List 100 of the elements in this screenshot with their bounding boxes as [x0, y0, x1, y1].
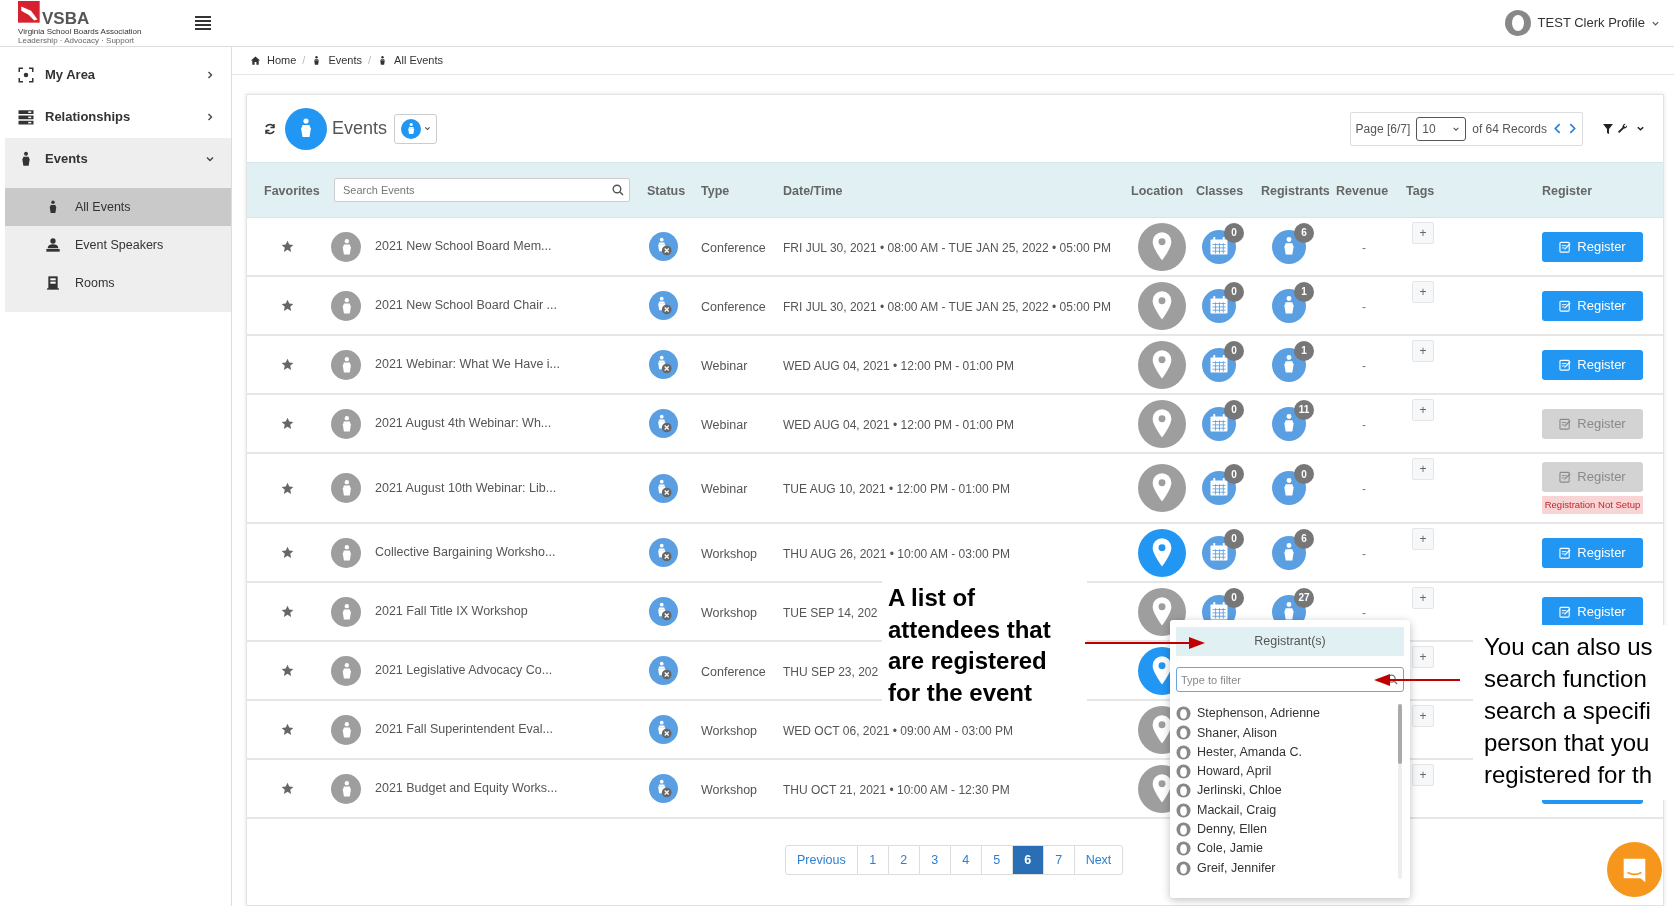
event-type-dropdown[interactable] [394, 113, 438, 144]
avatar-icon [1176, 783, 1191, 799]
page-button[interactable]: 3 [919, 846, 951, 874]
event-type: Webinar [701, 417, 748, 432]
breadcrumb-link[interactable]: All Events [394, 52, 444, 69]
star-icon[interactable] [281, 481, 294, 495]
event-name[interactable]: 2021 Legislative Advocacy Co... [375, 661, 553, 680]
sidebar-subitem[interactable]: Event Speakers [5, 226, 231, 264]
add-tag-button[interactable]: + [1412, 458, 1434, 480]
chevron-left-icon[interactable] [1553, 123, 1562, 134]
sidebar-item[interactable]: Events [5, 138, 231, 180]
search-icon [1387, 674, 1398, 685]
edit-form-icon [1559, 417, 1573, 430]
star-icon[interactable] [281, 546, 294, 559]
add-tag-button[interactable]: + [1412, 528, 1434, 550]
event-datetime: FRI JUL 30, 2021 • 08:00 AM - TUE JAN 25, 2022 • 05:00 PM [783, 240, 1111, 255]
podium-person-icon [331, 596, 361, 627]
filter-field[interactable]: Type to filter [1176, 667, 1404, 692]
home-icon [250, 55, 261, 66]
event-name[interactable]: 2021 New School Board Chair ... [375, 296, 558, 315]
registrant-item[interactable]: Howard, April [1176, 761, 1398, 782]
status-icon [649, 774, 678, 803]
add-tag-button[interactable]: + [1412, 340, 1434, 362]
star-icon[interactable] [281, 417, 294, 430]
chat-bubble-icon[interactable] [1607, 842, 1662, 897]
scrollbar[interactable] [1398, 704, 1402, 879]
add-tag-button[interactable]: + [1412, 646, 1434, 668]
registrant-item[interactable]: Shaner, Alison [1176, 723, 1398, 743]
chevron-down-icon[interactable] [1636, 124, 1645, 133]
sidebar-item[interactable]: Relationships [5, 96, 231, 138]
avatar-icon [1176, 841, 1191, 857]
breadcrumb-link[interactable]: Events [328, 52, 363, 69]
registrant-item[interactable]: Stephenson, Adrienne [1176, 704, 1398, 724]
event-name[interactable]: 2021 Budget and Equity Works... [375, 779, 558, 798]
add-tag-button[interactable]: + [1412, 764, 1434, 786]
previous-page-button[interactable]: Previous [786, 846, 858, 874]
podium-person-icon [331, 290, 361, 321]
star-icon[interactable] [281, 723, 294, 736]
add-tag-button[interactable]: + [1412, 281, 1434, 303]
page-button[interactable]: 1 [857, 846, 889, 874]
event-name[interactable]: Collective Bargaining Worksho... [375, 543, 556, 562]
menu-icon[interactable] [195, 16, 211, 30]
registrant-item[interactable]: Mackail, Craig [1176, 800, 1398, 820]
registrant-item[interactable]: Denny, Ellen [1176, 819, 1398, 840]
location-pin-icon[interactable] [1138, 399, 1186, 448]
registrant-item[interactable]: Cole, Jamie [1176, 839, 1398, 859]
page-button[interactable]: 4 [950, 846, 982, 874]
page-button[interactable]: 6 [1012, 846, 1044, 874]
calendar-icon [1202, 471, 1236, 505]
add-tag-button[interactable]: + [1412, 587, 1434, 609]
location-pin-icon[interactable] [1138, 464, 1186, 512]
sidebar-item[interactable]: My Area [5, 54, 231, 96]
sidebar-subitem[interactable]: All Events [5, 188, 231, 226]
next-page-button[interactable]: Next [1074, 846, 1123, 874]
page-button[interactable]: 5 [981, 846, 1013, 874]
star-icon[interactable] [281, 605, 294, 618]
search-field[interactable]: Search Events [334, 178, 630, 202]
event-name[interactable]: 2021 Webinar: What We Have i... [375, 355, 561, 374]
page-size-select[interactable]: 10 [1416, 116, 1467, 141]
event-name[interactable]: 2021 August 4th Webinar: Wh... [375, 414, 552, 433]
star-icon[interactable] [281, 664, 294, 677]
location-pin-icon[interactable] [1138, 281, 1186, 330]
registrant-item[interactable]: Jerlinski, Chloe [1176, 781, 1398, 801]
wrench-icon[interactable] [1617, 123, 1628, 134]
podium-person-icon [331, 537, 361, 568]
registrant-item[interactable]: Hester, Amanda C. [1176, 742, 1398, 762]
event-datetime: TUE AUG 10, 2021 • 12:00 PM - 01:00 PM [783, 482, 1010, 496]
refresh-icon[interactable] [264, 122, 276, 135]
add-tag-button[interactable]: + [1412, 399, 1434, 421]
breadcrumb-separator: / [302, 53, 306, 69]
sidebar-subitem[interactable]: Rooms [5, 264, 231, 302]
status-icon [649, 656, 678, 685]
star-icon[interactable] [281, 240, 294, 253]
event-type: Workshop [701, 605, 758, 620]
profile-menu[interactable]: TEST Clerk Profile [1503, 9, 1660, 37]
event-datetime: THU OCT 21, 2021 • 10:00 AM - 12:30 PM [783, 782, 1010, 797]
count-badge: 0 [1224, 399, 1244, 420]
filter-icon[interactable] [1603, 123, 1613, 134]
event-name[interactable]: 2021 August 10th Webinar: Lib... [375, 478, 557, 498]
event-datetime: WED AUG 04, 2021 • 12:00 PM - 01:00 PM [783, 358, 1014, 373]
location-pin-icon[interactable] [1138, 340, 1186, 389]
event-name[interactable]: 2021 New School Board Mem... [375, 237, 552, 256]
chevron-right-icon[interactable] [1568, 123, 1577, 134]
location-pin-icon[interactable] [1138, 528, 1186, 577]
avatar-icon [1176, 821, 1191, 837]
star-icon[interactable] [281, 299, 294, 312]
revenue-value: - [1362, 240, 1366, 255]
avatar-icon [1176, 706, 1191, 722]
star-icon[interactable] [281, 782, 294, 795]
event-name[interactable]: 2021 Fall Superintendent Eval... [375, 720, 553, 739]
event-name[interactable]: 2021 Fall Title IX Workshop [375, 602, 528, 621]
add-tag-button[interactable]: + [1412, 222, 1434, 244]
breadcrumb-link[interactable]: Home [267, 52, 297, 69]
count-badge: 0 [1224, 528, 1244, 549]
page-button[interactable]: 7 [1043, 846, 1075, 874]
star-icon[interactable] [281, 358, 294, 371]
registrant-item[interactable]: Greif, Jennifer [1176, 858, 1398, 878]
add-tag-button[interactable]: + [1412, 705, 1434, 727]
location-pin-icon[interactable] [1138, 222, 1186, 271]
page-button[interactable]: 2 [888, 846, 920, 874]
